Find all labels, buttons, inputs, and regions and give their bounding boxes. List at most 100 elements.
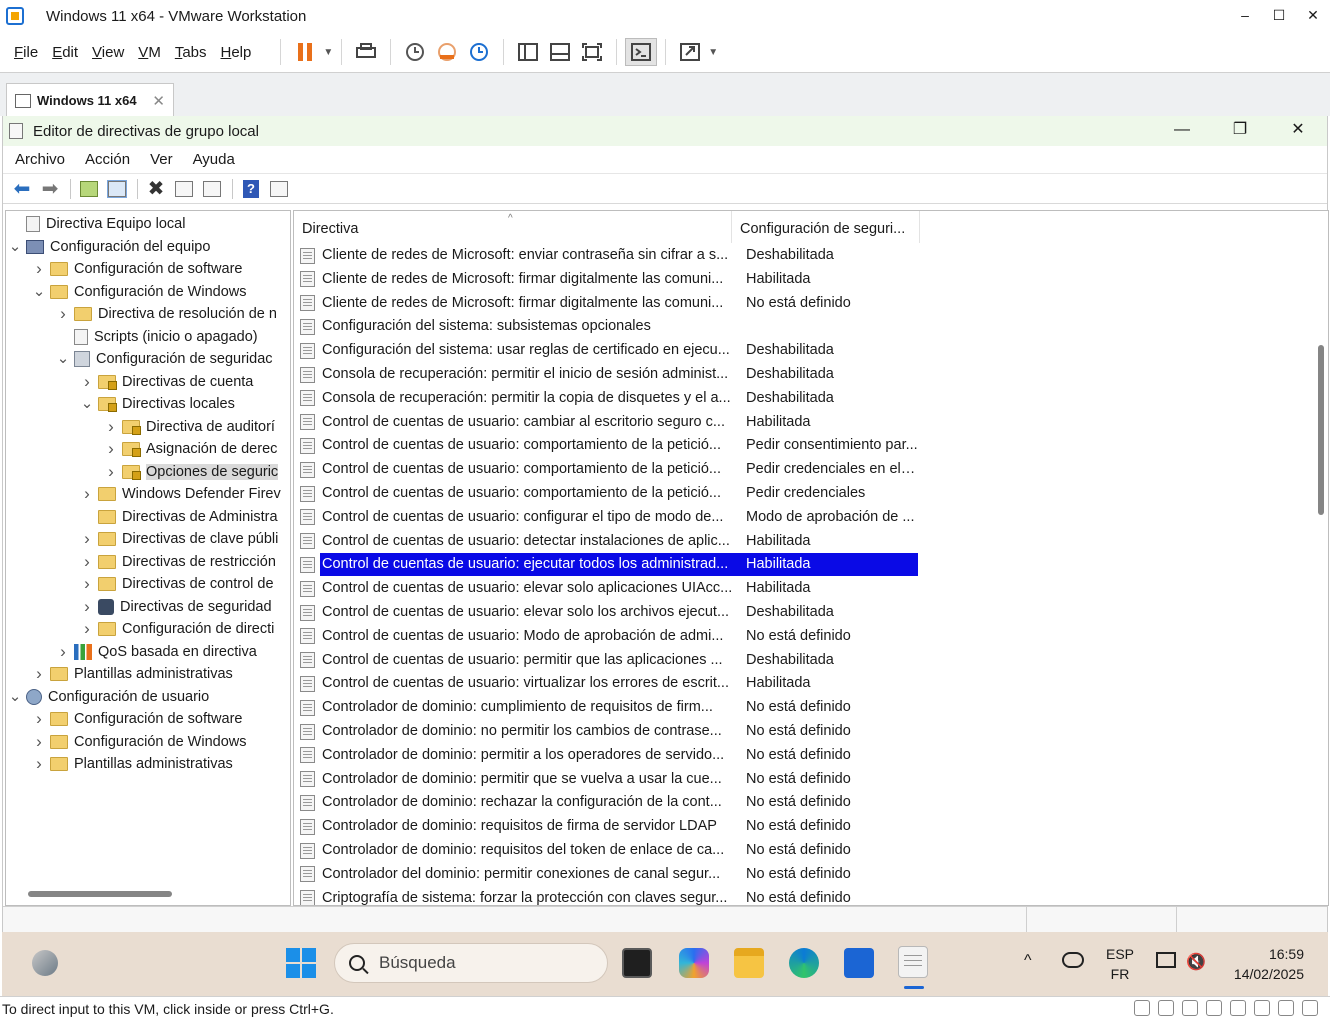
pause-vm-button[interactable] xyxy=(289,38,321,66)
tree-node[interactable]: › Configuración de directi xyxy=(80,618,274,640)
onedrive-cloud-icon[interactable] xyxy=(1062,952,1084,968)
tree-horizontal-scrollbar[interactable] xyxy=(28,891,172,897)
menu-archivo[interactable]: Archivo xyxy=(15,151,65,168)
export-list-button[interactable] xyxy=(199,177,225,201)
forward-button[interactable]: ➡ xyxy=(37,177,63,201)
column-header-configuracion[interactable]: Configuración de seguri... xyxy=(732,211,920,243)
tree-node[interactable]: › Plantillas administrativas xyxy=(32,753,233,775)
tree-node[interactable]: › Configuración de Windows xyxy=(32,731,246,753)
policy-row[interactable]: Control de cuentas de usuario: elevar so… xyxy=(300,577,918,600)
revert-snapshot-button[interactable] xyxy=(431,38,463,66)
stretch-guest-button[interactable] xyxy=(674,38,706,66)
chevron-down-icon[interactable]: ⌄ xyxy=(80,396,94,411)
policy-row[interactable]: Configuración del sistema: usar reglas d… xyxy=(300,339,918,362)
tree-node[interactable]: › Directivas de clave públi xyxy=(80,528,278,550)
maximize-button[interactable]: ☐ xyxy=(1262,0,1296,32)
tree-node[interactable]: › Directivas de seguridad xyxy=(80,596,271,618)
snapshot-manager-button[interactable] xyxy=(463,38,495,66)
vm-menu-file[interactable]: File xyxy=(7,44,45,61)
tree-node[interactable]: ⌄ Configuración de usuario xyxy=(8,686,209,708)
tree-node[interactable]: ⌄ Configuración de seguridac xyxy=(56,348,273,370)
tree-node[interactable]: › Configuración de software xyxy=(32,708,242,730)
policy-row[interactable]: Control de cuentas de usuario: permitir … xyxy=(300,649,918,672)
close-button[interactable]: ✕ xyxy=(1296,0,1330,32)
policy-row[interactable]: Control de cuentas de usuario: virtualiz… xyxy=(300,672,918,695)
chevron-right-icon[interactable]: › xyxy=(80,484,94,504)
tree-node[interactable]: › Asignación de derec xyxy=(104,438,277,460)
minimize-button[interactable]: – xyxy=(1228,0,1262,32)
edge-app-icon[interactable] xyxy=(789,948,819,978)
chevron-right-icon[interactable]: › xyxy=(32,732,46,752)
policy-row[interactable]: Control de cuentas de usuario: ejecutar … xyxy=(300,553,918,577)
sound-card-icon[interactable] xyxy=(1206,1000,1222,1016)
taskbar-search-box[interactable]: Búsqueda xyxy=(334,943,608,983)
gpe-minimize-button[interactable]: — xyxy=(1153,116,1211,146)
policy-row[interactable]: Cliente de redes de Microsoft: firmar di… xyxy=(300,268,918,291)
vm-menu-view[interactable]: View xyxy=(85,44,131,61)
policy-row[interactable]: Cliente de redes de Microsoft: firmar di… xyxy=(300,292,918,315)
vm-menu-help[interactable]: Help xyxy=(214,44,259,61)
tree-node[interactable]: › Directivas de cuenta xyxy=(80,371,253,393)
tree-node[interactable]: › Directivas de restricción xyxy=(80,551,276,573)
policy-row[interactable]: Controlador de dominio: rechazar la conf… xyxy=(300,791,918,814)
tree-node[interactable]: › Configuración de software xyxy=(32,258,242,280)
vm-menu-tabs[interactable]: Tabs xyxy=(168,44,214,61)
chevron-right-icon[interactable]: › xyxy=(56,304,70,324)
chevron-right-icon[interactable]: › xyxy=(104,417,118,437)
chevron-right-icon[interactable]: › xyxy=(32,709,46,729)
chevron-down-icon[interactable]: ⌄ xyxy=(8,689,22,704)
show-hide-tree-button[interactable] xyxy=(104,177,130,201)
volume-muted-icon[interactable]: 🔇 xyxy=(1186,952,1206,972)
back-button[interactable]: ⬅ xyxy=(9,177,35,201)
cd-rom-icon[interactable] xyxy=(1158,1000,1174,1016)
send-ctrl-alt-del-button[interactable] xyxy=(350,38,382,66)
group-policy-app-icon[interactable] xyxy=(898,946,928,978)
properties-button[interactable] xyxy=(171,177,197,201)
tree-node[interactable]: ⌄ Directivas locales xyxy=(80,393,235,415)
gpe-restore-button[interactable]: ❐ xyxy=(1211,116,1269,146)
tree-node[interactable]: Directiva Equipo local xyxy=(8,213,185,235)
up-one-level-button[interactable] xyxy=(76,177,102,201)
policy-row[interactable]: Controlador del dominio: permitir conexi… xyxy=(300,863,918,886)
stretch-dropdown-icon[interactable]: ▼ xyxy=(708,47,718,58)
chevron-right-icon[interactable]: › xyxy=(32,664,46,684)
close-tab-icon[interactable]: ✕ xyxy=(152,92,165,110)
policy-row[interactable]: Controlador de dominio: no permitir los … xyxy=(300,720,918,743)
vm-tab-windows-11[interactable]: Windows 11 x64 ✕ xyxy=(6,83,174,117)
store-app-icon[interactable] xyxy=(844,948,874,978)
full-screen-button[interactable] xyxy=(576,38,608,66)
chevron-right-icon[interactable]: › xyxy=(32,259,46,279)
chevron-right-icon[interactable]: › xyxy=(80,597,94,617)
tree-node[interactable]: Directivas de Administra xyxy=(80,506,278,528)
chevron-right-icon[interactable]: › xyxy=(104,462,118,482)
show-library-button[interactable] xyxy=(512,38,544,66)
policy-list[interactable]: ^ Directiva Configuración de seguri... C… xyxy=(293,210,1329,906)
terminal-app-icon[interactable] xyxy=(622,948,652,978)
tree-node[interactable]: › Windows Defender Firev xyxy=(80,483,281,505)
chevron-down-icon[interactable]: ⌄ xyxy=(8,239,22,254)
tree-node[interactable]: › Opciones de seguric xyxy=(104,461,279,483)
policy-row[interactable]: Controlador de dominio: permitir que se … xyxy=(300,768,918,791)
policy-row[interactable]: Control de cuentas de usuario: comportam… xyxy=(300,482,918,505)
download-icon[interactable] xyxy=(1302,1000,1318,1016)
tree-node[interactable]: › Directiva de resolución de n xyxy=(56,303,277,325)
console-view-button[interactable] xyxy=(625,38,658,66)
column-header-directiva[interactable]: ^ Directiva xyxy=(294,211,732,243)
policy-row[interactable]: Control de cuentas de usuario: configura… xyxy=(300,506,918,529)
policy-row[interactable]: Controlador de dominio: requisitos de fi… xyxy=(300,815,918,838)
chevron-down-icon[interactable]: ⌄ xyxy=(32,284,46,299)
chevron-right-icon[interactable]: › xyxy=(56,642,70,662)
start-button[interactable] xyxy=(286,948,316,978)
message-icon[interactable] xyxy=(1278,1000,1294,1016)
policy-row[interactable]: Configuración del sistema: subsistemas o… xyxy=(300,315,918,338)
file-explorer-app-icon[interactable] xyxy=(734,948,764,978)
policy-row[interactable]: Control de cuentas de usuario: Modo de a… xyxy=(300,625,918,648)
chevron-right-icon[interactable]: › xyxy=(104,439,118,459)
policy-row[interactable]: Controlador de dominio: cumplimiento de … xyxy=(300,696,918,719)
policy-row[interactable]: Control de cuentas de usuario: elevar so… xyxy=(300,601,918,624)
show-thumbnail-bar-button[interactable] xyxy=(544,38,576,66)
vm-menu-edit[interactable]: Edit xyxy=(45,44,85,61)
tree-node[interactable]: Scripts (inicio o apagado) xyxy=(56,326,258,348)
delete-button[interactable]: ✖ xyxy=(143,177,169,201)
usb-icon[interactable] xyxy=(1230,1000,1246,1016)
